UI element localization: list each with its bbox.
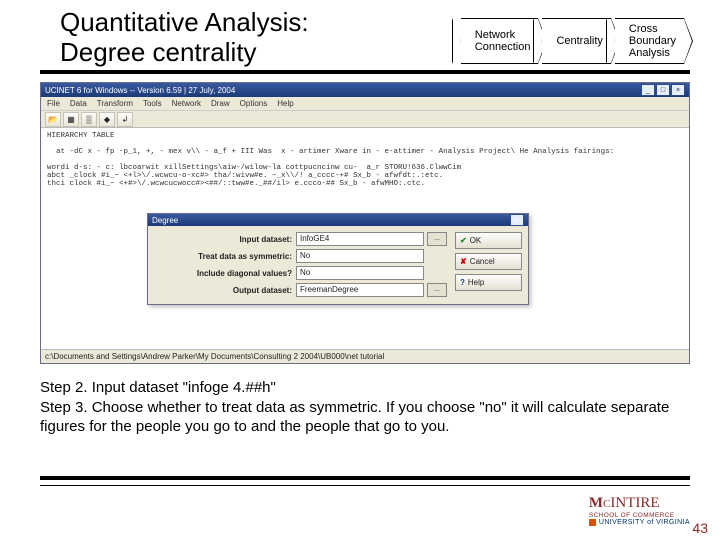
statusbar: c:\Documents and Settings\Andrew Parker\… — [41, 349, 689, 363]
window-titlebar: UCINET 6 for Windows -- Version 6.59 | 2… — [41, 83, 689, 97]
dialog-titlebar: Degree × — [148, 214, 528, 226]
dialog-close-button[interactable]: × — [510, 214, 524, 226]
instruction-text: Step 2. Input dataset "infoge 4.##h" Ste… — [40, 378, 690, 437]
menu-data[interactable]: Data — [70, 99, 87, 108]
input-dataset-browse[interactable]: ... — [427, 232, 447, 246]
chevron-cross-boundary: CrossBoundaryAnalysis — [615, 18, 684, 64]
minimize-button[interactable]: _ — [641, 84, 655, 96]
row-input-dataset: Input dataset: InfoGE4 ... — [152, 232, 447, 246]
symmetric-field[interactable]: No — [296, 249, 424, 263]
toolbar: 📂 ▦ ▒ ◆ ↲ — [41, 111, 689, 128]
input-dataset-field[interactable]: InfoGE4 — [296, 232, 424, 246]
dialog-fields: Input dataset: InfoGE4 ... Treat data as… — [148, 226, 451, 304]
label-symmetric: Treat data as symmetric: — [152, 252, 296, 261]
breadcrumb-chevrons: NetworkConnection Centrality CrossBounda… — [461, 18, 684, 64]
top-divider — [40, 70, 690, 74]
menu-help[interactable]: Help — [277, 99, 293, 108]
cancel-button[interactable]: ✘Cancel — [455, 253, 522, 270]
output-dataset-field[interactable]: FreemanDegree — [296, 283, 424, 297]
tool-exit-icon[interactable]: ↲ — [117, 112, 133, 127]
help-button[interactable]: ?Help — [455, 274, 522, 291]
title-line-2: Degree centrality — [60, 37, 257, 67]
maximize-button[interactable]: □ — [656, 84, 670, 96]
slide-title: Quantitative Analysis: Degree centrality — [60, 8, 309, 68]
menu-tools[interactable]: Tools — [143, 99, 162, 108]
output-pane: HIERARCHY TABLE at -dC x - fp -p_1, +, -… — [41, 128, 689, 192]
title-line-1: Quantitative Analysis: — [60, 7, 309, 37]
window-title: UCINET 6 for Windows -- Version 6.59 | 2… — [45, 86, 235, 95]
output-dataset-browse[interactable]: ... — [427, 283, 447, 297]
ok-button[interactable]: ✔OK — [455, 232, 522, 249]
label-diagonal: Include diagonal values? — [152, 269, 296, 278]
chevron-centrality: Centrality — [542, 18, 610, 64]
bottom-thin-divider — [40, 485, 690, 486]
row-diagonal: Include diagonal values? No — [152, 266, 447, 280]
bottom-divider — [40, 476, 690, 480]
page-number: 43 — [692, 520, 708, 536]
mcintire-logo: MCMcINTIREINTIRE SCHOOL OF COMMERCE UNIV… — [589, 495, 690, 526]
ucinet-window: UCINET 6 for Windows -- Version 6.59 | 2… — [40, 82, 690, 364]
degree-dialog: Degree × Input dataset: InfoGE4 ... Trea… — [147, 213, 529, 305]
tool-sheet-icon[interactable]: ▦ — [63, 112, 79, 127]
dialog-buttons: ✔OK ✘Cancel ?Help — [451, 226, 528, 304]
row-symmetric: Treat data as symmetric: No — [152, 249, 447, 263]
tool-grid-icon[interactable]: ▒ — [81, 112, 97, 127]
chevron-network-connection: NetworkConnection — [461, 18, 539, 64]
menu-options[interactable]: Options — [240, 99, 268, 108]
tool-open-icon[interactable]: 📂 — [45, 112, 61, 127]
question-icon: ? — [460, 278, 465, 287]
menubar: File Data Transform Tools Network Draw O… — [41, 97, 689, 111]
dialog-title: Degree — [152, 216, 178, 225]
close-button[interactable]: × — [671, 84, 685, 96]
row-output-dataset: Output dataset: FreemanDegree ... — [152, 283, 447, 297]
check-icon: ✔ — [460, 236, 467, 245]
menu-network[interactable]: Network — [172, 99, 201, 108]
x-icon: ✘ — [460, 257, 467, 266]
label-output-dataset: Output dataset: — [152, 286, 296, 295]
tool-draw-icon[interactable]: ◆ — [99, 112, 115, 127]
menu-file[interactable]: File — [47, 99, 60, 108]
window-controls: _ □ × — [641, 84, 685, 96]
menu-transform[interactable]: Transform — [97, 99, 133, 108]
diagonal-field[interactable]: No — [296, 266, 424, 280]
v-square-icon — [589, 519, 596, 526]
menu-draw[interactable]: Draw — [211, 99, 230, 108]
label-input-dataset: Input dataset: — [152, 235, 296, 244]
